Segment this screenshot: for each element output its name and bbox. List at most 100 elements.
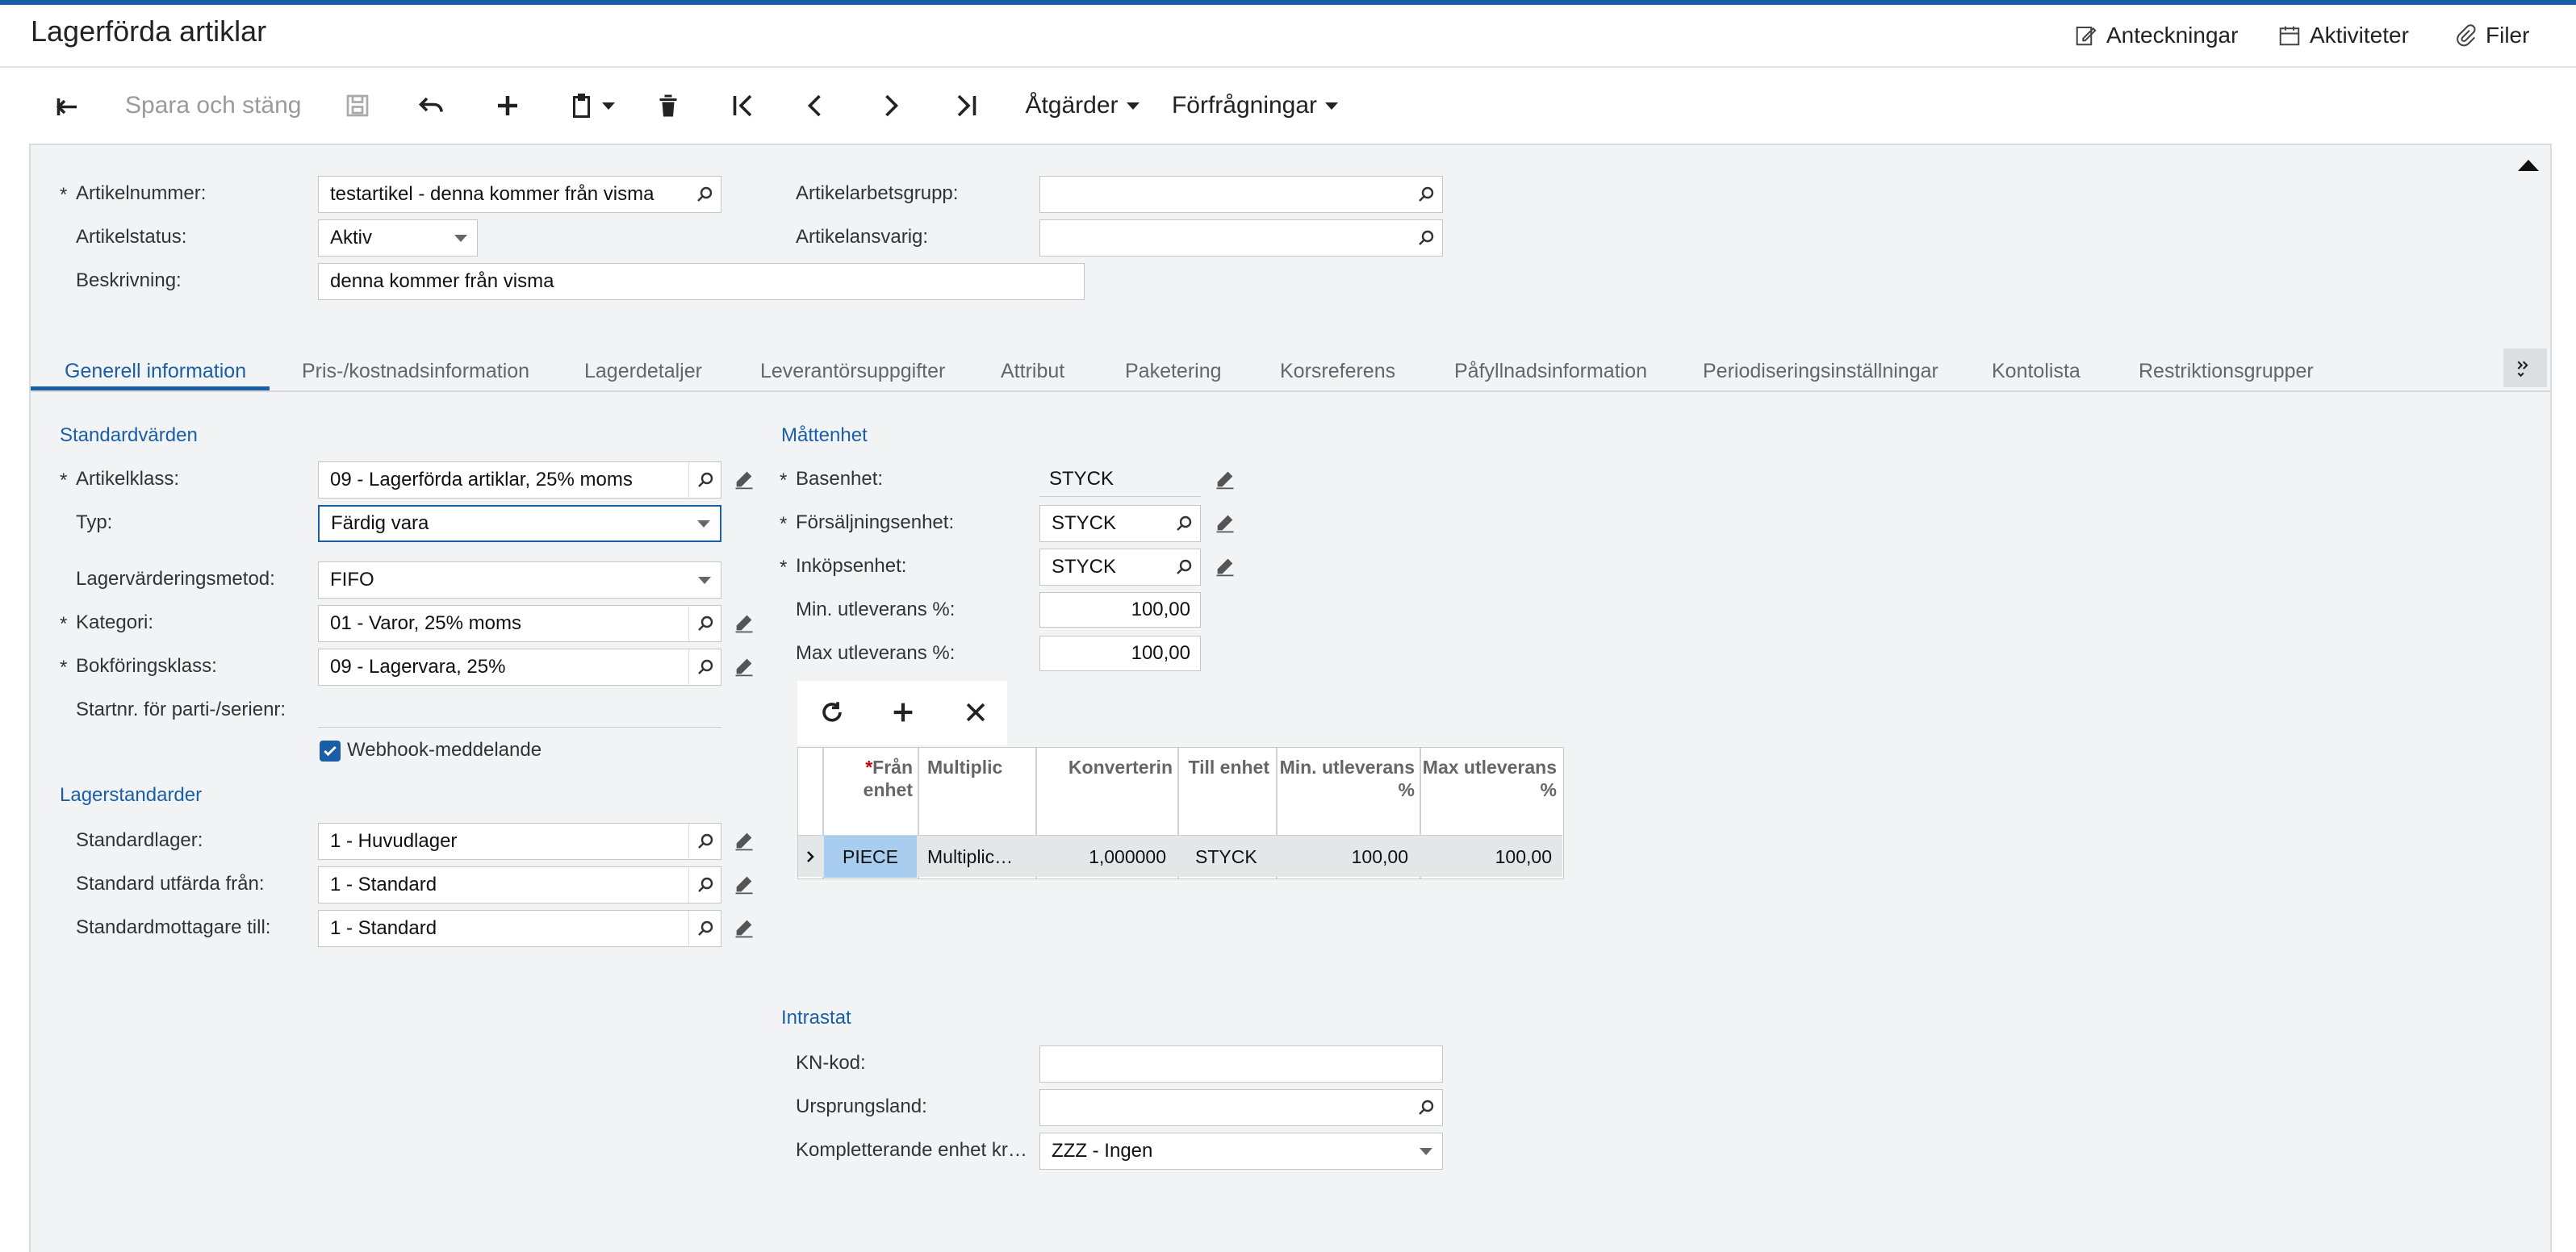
search-icon[interactable]: [688, 462, 721, 498]
column-header-from-unit[interactable]: *Från enhet: [824, 756, 913, 801]
tab-general-info[interactable]: Generell information: [31, 348, 270, 390]
column-header-max-overship[interactable]: Max utleverans %: [1421, 756, 1557, 801]
undo-button[interactable]: [412, 84, 452, 127]
save-button[interactable]: [337, 84, 378, 127]
edit-pencil-icon[interactable]: [733, 916, 755, 939]
column-header-multiply[interactable]: Multiplic: [919, 756, 1032, 778]
item-class-field[interactable]: 09 - Lagerförda artiklar, 25% moms: [318, 461, 721, 499]
edit-pencil-icon[interactable]: [733, 611, 755, 634]
purchase-unit-label: Inköpsenhet:: [796, 555, 907, 577]
edit-pencil-icon[interactable]: [733, 655, 755, 678]
previous-record-button[interactable]: [796, 84, 836, 127]
cell-from-unit[interactable]: PIECE: [824, 836, 917, 878]
activities-link[interactable]: Aktiviteter: [2277, 23, 2409, 48]
search-icon[interactable]: [688, 606, 721, 641]
search-icon[interactable]: [1410, 1090, 1442, 1125]
tab-deferral-settings[interactable]: Periodiseringsinställningar: [1703, 348, 1938, 390]
receipt-to-field[interactable]: 1 - Standard: [318, 910, 721, 947]
work-group-label: Artikelarbetsgrupp:: [796, 182, 959, 204]
edit-pencil-icon[interactable]: [1214, 555, 1236, 578]
close-icon[interactable]: [962, 699, 989, 726]
description-field[interactable]: denna kommer från visma: [318, 263, 1085, 300]
more-tabs-button[interactable]: [2503, 348, 2547, 387]
inquiries-menu[interactable]: Förfrågningar: [1170, 84, 1340, 127]
chevron-down-icon: [1410, 1133, 1442, 1169]
supplementary-unit-select[interactable]: ZZZ - Ingen: [1039, 1133, 1443, 1170]
max-overship-field[interactable]: 100,00: [1039, 636, 1201, 671]
notes-icon: [2076, 27, 2097, 46]
base-unit-field[interactable]: STYCK: [1039, 461, 1201, 497]
item-status-label: Artikelstatus:: [76, 226, 187, 248]
edit-pencil-icon[interactable]: [1214, 511, 1236, 534]
purchase-unit-field[interactable]: STYCK: [1039, 549, 1201, 586]
posting-class-field[interactable]: 09 - Lagervara, 25%: [318, 649, 721, 686]
work-group-field[interactable]: [1039, 176, 1443, 213]
lot-serial-field[interactable]: [318, 692, 721, 728]
files-link[interactable]: Filer: [2453, 23, 2529, 48]
tab-restriction-groups[interactable]: Restriktionsgrupper: [2139, 348, 2314, 390]
issue-from-field[interactable]: 1 - Standard: [318, 866, 721, 904]
search-icon[interactable]: [688, 649, 721, 685]
notes-link[interactable]: Anteckningar: [2074, 23, 2238, 48]
tab-replenishment[interactable]: Påfyllnadsinformation: [1454, 348, 1647, 390]
webhook-checkbox[interactable]: [320, 741, 341, 762]
cell-to-unit[interactable]: STYCK: [1195, 836, 1276, 878]
tab-vendor-details[interactable]: Leverantörsuppgifter: [760, 348, 945, 390]
edit-pencil-icon[interactable]: [1214, 468, 1236, 490]
sales-unit-field[interactable]: STYCK: [1039, 505, 1201, 542]
tab-price-cost[interactable]: Pris-/kostnadsinformation: [302, 348, 529, 390]
table-row[interactable]: PIECE Multiplic… 1,000000 STYCK 100,00 1…: [798, 835, 1562, 878]
delete-button[interactable]: [648, 84, 688, 127]
min-overship-field[interactable]: 100,00: [1039, 592, 1201, 628]
search-icon[interactable]: [1168, 506, 1200, 541]
last-record-button[interactable]: [946, 84, 986, 127]
tab-cross-reference[interactable]: Korsreferens: [1280, 348, 1395, 390]
actions-label: Åtgärder: [1025, 92, 1119, 119]
cell-max-overship[interactable]: 100,00: [1421, 836, 1552, 878]
column-header-conversion[interactable]: Konverterin: [1037, 756, 1173, 778]
actions-menu[interactable]: Åtgärder: [1022, 84, 1143, 127]
item-number-field[interactable]: testartikel - denna kommer från visma: [318, 176, 721, 213]
copy-paste-button[interactable]: [563, 84, 620, 127]
cell-conversion-factor[interactable]: 1,000000: [1037, 836, 1166, 878]
first-record-button[interactable]: [723, 84, 763, 127]
row-expand-icon[interactable]: [803, 836, 818, 878]
notes-label: Anteckningar: [2106, 23, 2239, 48]
webhook-label: Webhook-meddelande: [347, 739, 542, 761]
back-button[interactable]: [47, 84, 87, 127]
tab-warehouse-details[interactable]: Lagerdetaljer: [584, 348, 702, 390]
edit-pencil-icon[interactable]: [733, 468, 755, 490]
tab-account-list[interactable]: Kontolista: [1992, 348, 2080, 390]
refresh-icon[interactable]: [818, 699, 846, 726]
category-field[interactable]: 01 - Varor, 25% moms: [318, 605, 721, 642]
edit-pencil-icon[interactable]: [733, 873, 755, 895]
chevron-down-icon: [445, 220, 477, 256]
search-icon[interactable]: [688, 824, 721, 859]
origin-country-field[interactable]: [1039, 1089, 1443, 1126]
search-icon[interactable]: [1410, 177, 1442, 212]
tab-packaging[interactable]: Paketering: [1125, 348, 1222, 390]
plus-icon[interactable]: [889, 699, 917, 726]
type-select[interactable]: Färdig vara: [318, 505, 721, 542]
search-icon[interactable]: [688, 177, 721, 212]
valuation-select[interactable]: FIFO: [318, 561, 721, 599]
next-record-button[interactable]: [870, 84, 910, 127]
collapse-header-icon[interactable]: [2518, 160, 2539, 171]
cn-code-field[interactable]: [1039, 1045, 1443, 1083]
add-button[interactable]: [487, 84, 528, 127]
save-and-close-button[interactable]: Spara och stäng: [125, 84, 303, 127]
conversion-grid: *Från enhet Multiplic Konverterin Till e…: [797, 747, 1564, 879]
search-icon[interactable]: [1168, 549, 1200, 585]
search-icon[interactable]: [688, 911, 721, 946]
cell-min-overship[interactable]: 100,00: [1278, 836, 1408, 878]
tab-attributes[interactable]: Attribut: [1001, 348, 1064, 390]
item-status-select[interactable]: Aktiv: [318, 219, 478, 257]
column-header-to-unit[interactable]: Till enhet: [1179, 756, 1269, 778]
column-header-min-overship[interactable]: Min. utleverans %: [1278, 756, 1415, 801]
search-icon[interactable]: [688, 867, 721, 903]
cell-multiply[interactable]: Multiplic…: [927, 836, 1034, 878]
default-warehouse-field[interactable]: 1 - Huvudlager: [318, 823, 721, 860]
edit-pencil-icon[interactable]: [733, 829, 755, 852]
manager-field[interactable]: [1039, 219, 1443, 257]
search-icon[interactable]: [1410, 220, 1442, 256]
